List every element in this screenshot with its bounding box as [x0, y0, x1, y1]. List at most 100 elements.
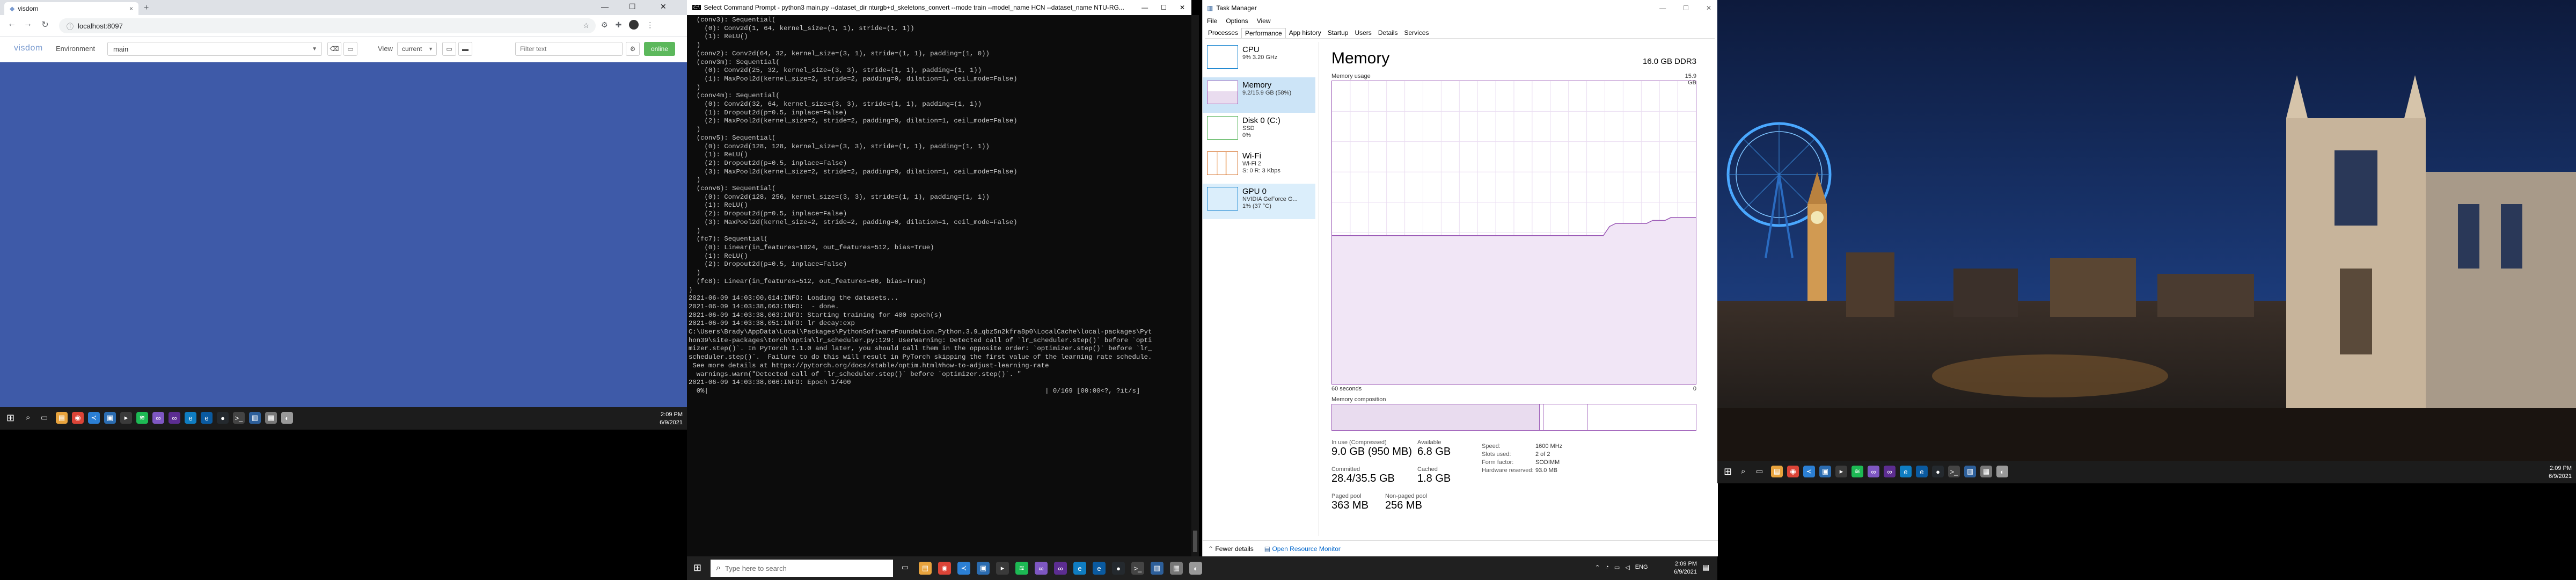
visual-studio-icon[interactable]: ∞ [152, 412, 164, 424]
bookmark-star-icon[interactable]: ☆ [583, 21, 589, 30]
chrome-icon[interactable]: ◉ [938, 562, 951, 575]
taskmgr-icon[interactable]: ▥ [1151, 562, 1163, 575]
store-icon[interactable]: ▣ [1819, 466, 1831, 477]
tab-processes[interactable]: Processes [1205, 28, 1241, 38]
cmd-icon[interactable]: >_ [1948, 466, 1960, 477]
scrollbar-thumb[interactable] [1193, 531, 1197, 552]
maximize-button[interactable]: ☐ [1683, 4, 1689, 12]
clock[interactable]: 2:09 PM 6/9/2021 [1658, 560, 1697, 576]
taskbar-search[interactable]: ⌕ Type here to search [711, 560, 893, 577]
maximize-button[interactable]: ☐ [1161, 4, 1167, 11]
clear-env-button[interactable]: ⌫ [327, 42, 341, 56]
photos-icon[interactable]: ◐ [1189, 562, 1202, 575]
new-tab-button[interactable]: + [144, 3, 149, 13]
task-view-icon[interactable]: ▭ [1756, 467, 1763, 476]
github-icon[interactable]: ● [1112, 562, 1125, 575]
taskmgr-icon[interactable]: ▥ [1964, 466, 1976, 477]
terminal-icon[interactable]: ▸ [996, 562, 1009, 575]
settings-button[interactable]: ⚙ [626, 42, 640, 56]
edge-icon[interactable]: e [1073, 562, 1086, 575]
minimize-button[interactable]: — [1141, 4, 1148, 11]
terminal-icon[interactable]: ▸ [120, 412, 132, 424]
visual-studio-icon[interactable]: ∞ [1884, 466, 1896, 477]
github-icon[interactable]: ● [217, 412, 229, 424]
vs-code-icon[interactable]: ≺ [88, 412, 100, 424]
tab-details[interactable]: Details [1375, 28, 1401, 38]
info-icon[interactable]: ⓘ [67, 21, 74, 31]
language-icon[interactable]: ENG [1635, 564, 1648, 571]
extension-icon[interactable]: ⚙ [601, 20, 608, 30]
network-icon[interactable]: ◔ [1605, 564, 1609, 571]
tab-performance[interactable]: Performance [1241, 28, 1286, 38]
visual-studio-icon[interactable]: ∞ [1054, 562, 1067, 575]
visdom-canvas[interactable] [0, 62, 687, 407]
edge-icon[interactable]: e [1093, 562, 1106, 575]
menu-file[interactable]: File [1207, 17, 1217, 25]
spotify-icon[interactable]: ≋ [136, 412, 148, 424]
online-status-button[interactable]: online [644, 42, 675, 56]
notifications-icon[interactable]: ▤ [1702, 563, 1709, 572]
spotify-icon[interactable]: ≋ [1851, 466, 1863, 477]
save-view-button[interactable]: ▭ [442, 42, 456, 56]
windows-start-icon[interactable]: ⊞ [6, 412, 14, 424]
view-select[interactable]: current ▼ [397, 42, 437, 56]
tab-services[interactable]: Services [1401, 28, 1432, 38]
sidebar-item-gpu[interactable]: GPU 0 NVIDIA GeForce G... 1% (37 °C) [1203, 184, 1315, 219]
chevron-up-icon[interactable]: ⌃ [1595, 564, 1600, 571]
search-icon[interactable]: ⌕ [1741, 467, 1745, 476]
sidebar-item-disk[interactable]: Disk 0 (C:) SSD 0% [1203, 113, 1315, 148]
store-icon[interactable]: ▣ [104, 412, 116, 424]
manage-env-button[interactable]: ▭ [343, 42, 357, 56]
tab-startup[interactable]: Startup [1324, 28, 1352, 38]
repack-button[interactable]: ▬ [458, 42, 472, 56]
volume-icon[interactable]: ◁ [1625, 564, 1629, 571]
windows-start-icon[interactable]: ⊞ [1724, 466, 1732, 477]
vs-code-icon[interactable]: ≺ [957, 562, 970, 575]
cmd-scrollbar[interactable] [1191, 15, 1199, 556]
tab-visdom[interactable]: ◆ visdom × [4, 2, 138, 15]
photos-icon[interactable]: ◐ [1996, 466, 2008, 477]
cmd-output[interactable]: (conv3): Sequential( (0): Conv2d(1, 64, … [687, 15, 1191, 556]
tab-users[interactable]: Users [1351, 28, 1374, 38]
clock[interactable]: 2:09 PM 6/9/2021 [2533, 465, 2572, 481]
folder-icon[interactable]: ▤ [919, 562, 932, 575]
menu-options[interactable]: Options [1226, 17, 1248, 25]
sidebar-item-wifi[interactable]: Wi-Fi Wi-Fi 2 S: 0 R: 3 Kbps [1203, 148, 1315, 184]
tab-app-history[interactable]: App history [1286, 28, 1324, 38]
sidebar-item-cpu[interactable]: CPU 9% 3.20 GHz [1203, 42, 1315, 77]
chrome-icon[interactable]: ◉ [72, 412, 84, 424]
close-window-button[interactable]: ✕ [1180, 4, 1185, 11]
edge-icon[interactable]: e [1900, 466, 1912, 477]
edge-icon[interactable]: e [1916, 466, 1928, 477]
task-view-icon[interactable]: ▭ [41, 413, 48, 422]
open-resource-monitor-link[interactable]: ▤ Open Resource Monitor [1264, 545, 1341, 553]
minimize-button[interactable]: — [601, 2, 609, 11]
edge-icon[interactable]: e [201, 412, 213, 424]
back-icon[interactable]: ← [5, 19, 18, 29]
battery-icon[interactable]: ▭ [1614, 564, 1620, 571]
terminal-icon[interactable]: ▸ [1835, 466, 1847, 477]
minimize-button[interactable]: — [1659, 4, 1666, 12]
sidebar-item-memory[interactable]: Memory 9.2/15.9 GB (58%) [1203, 77, 1315, 113]
github-icon[interactable]: ● [1932, 466, 1944, 477]
close-window-button[interactable]: ✕ [1706, 4, 1711, 12]
environment-select[interactable]: main ▼ [107, 42, 322, 56]
puzzle-icon[interactable]: ✚ [616, 20, 622, 30]
menu-icon[interactable]: ⋮ [646, 20, 654, 30]
address-bar[interactable]: ⓘ localhost:8097 ☆ [59, 18, 596, 33]
vs-code-icon[interactable]: ≺ [1803, 466, 1815, 477]
cmd-icon[interactable]: >_ [1131, 562, 1144, 575]
files-icon[interactable]: ▦ [1170, 562, 1183, 575]
clock[interactable]: 2:09 PM 6/9/2021 [644, 411, 683, 427]
windows-start-icon[interactable]: ⊞ [693, 562, 701, 574]
files-icon[interactable]: ▦ [265, 412, 277, 424]
visual-studio-icon[interactable]: ∞ [169, 412, 180, 424]
fewer-details-link[interactable]: ⌃ Fewer details [1208, 545, 1254, 553]
taskmgr-icon[interactable]: ▥ [249, 412, 261, 424]
folder-icon[interactable]: ▤ [1771, 466, 1783, 477]
search-icon[interactable]: ⌕ [26, 413, 30, 422]
chrome-icon[interactable]: ◉ [1787, 466, 1799, 477]
cmd-icon[interactable]: >_ [233, 412, 245, 424]
reload-icon[interactable]: ↻ [39, 19, 52, 30]
edge-icon[interactable]: e [185, 412, 196, 424]
